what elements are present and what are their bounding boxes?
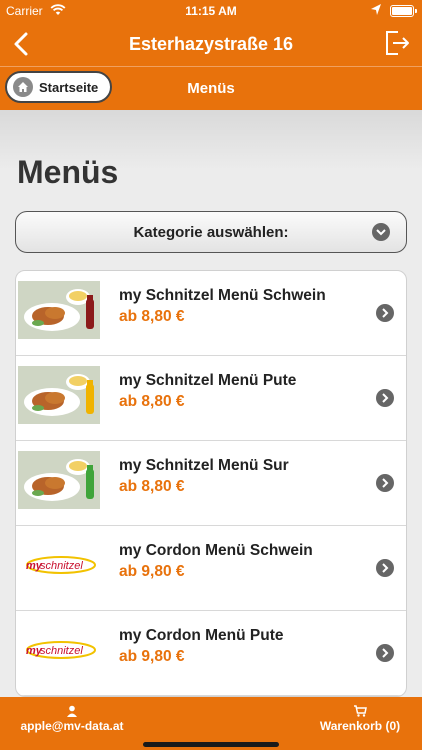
svg-text:schnitzel: schnitzel	[40, 560, 83, 572]
menu-item-name: my Schnitzel Menü Schwein	[119, 287, 326, 304]
battery-icon	[390, 5, 417, 17]
page-heading: Menüs	[17, 154, 119, 190]
menu-item-price: ab 9,80 €	[119, 648, 185, 665]
menu-item-name: my Schnitzel Menü Sur	[119, 457, 289, 474]
menu-item-row[interactable]: my schnitzel my Cordon Menü Pute ab 9,80 €	[16, 611, 406, 696]
myschnitzel-logo-icon: myschnitzel	[26, 641, 96, 659]
menu-item-image	[18, 273, 100, 351]
category-select-label: Kategorie auswählen:	[133, 223, 289, 241]
menu-item-price: ab 8,80 €	[119, 308, 185, 325]
nav-bar: Esterhazystraße 16	[0, 22, 422, 66]
menu-item-name: my Cordon Menü Schwein	[119, 542, 313, 559]
home-icon	[13, 77, 33, 97]
location-icon	[371, 4, 381, 15]
menu-item-row[interactable]: my schnitzel my Cordon Menü Schwein ab 9,80…	[16, 526, 406, 611]
chevron-right-icon	[376, 644, 394, 662]
chevron-right-icon	[376, 389, 394, 407]
menu-list: my Schnitzel Menü Schwein ab 8,80 € my Sch…	[15, 270, 407, 697]
clock: 11:15 AM	[185, 4, 237, 18]
user-icon	[67, 705, 77, 717]
menu-photo-icon	[18, 366, 100, 424]
home-button-label: Startseite	[39, 79, 99, 95]
menu-photo-icon	[18, 281, 100, 339]
cart-label: Warenkorb (0)	[319, 719, 401, 733]
menu-item-price: ab 9,80 €	[119, 563, 185, 580]
user-email: apple@mv-data.at	[20, 719, 124, 733]
menu-item-row[interactable]: my Schnitzel Menü Schwein ab 8,80 €	[16, 271, 406, 356]
sub-nav-bar: Startseite Menüs	[0, 66, 422, 110]
myschnitzel-logo-icon: myschnitzel	[26, 556, 96, 574]
chevron-down-icon	[372, 223, 390, 241]
content-area: Menüs Kategorie auswählen: my Schnitzel …	[0, 110, 422, 697]
menu-item-image	[18, 358, 100, 436]
chevron-right-icon	[376, 474, 394, 492]
menu-item-image: my schnitzel	[18, 613, 100, 691]
status-bar: Carrier 11:15 AM	[0, 0, 422, 22]
bottom-bar: apple@mv-data.at Warenkorb (0)	[0, 697, 422, 750]
cart-button[interactable]: Warenkorb (0)	[310, 705, 410, 733]
menu-photo-icon	[18, 451, 100, 509]
menu-item-name: my Schnitzel Menü Pute	[119, 372, 297, 389]
chevron-right-icon	[376, 304, 394, 322]
logout-icon[interactable]	[382, 28, 412, 58]
menu-item-price: ab 8,80 €	[119, 478, 185, 495]
svg-text:schnitzel: schnitzel	[40, 645, 83, 657]
cart-icon	[354, 705, 367, 717]
menu-item-name: my Cordon Menü Pute	[119, 627, 284, 644]
menu-item-row[interactable]: my Schnitzel Menü Sur ab 8,80 €	[16, 441, 406, 526]
account-button[interactable]: apple@mv-data.at	[12, 705, 132, 733]
home-button[interactable]: Startseite	[5, 71, 113, 103]
menu-item-price: ab 8,80 €	[119, 393, 185, 410]
menu-item-image	[18, 443, 100, 521]
menu-item-image: my schnitzel	[18, 528, 100, 606]
chevron-right-icon	[376, 559, 394, 577]
category-select[interactable]: Kategorie auswählen:	[15, 211, 407, 253]
page-title-nav: Esterhazystraße 16	[128, 34, 294, 54]
home-indicator	[143, 742, 279, 747]
menu-item-row[interactable]: my Schnitzel Menü Pute ab 8,80 €	[16, 356, 406, 441]
